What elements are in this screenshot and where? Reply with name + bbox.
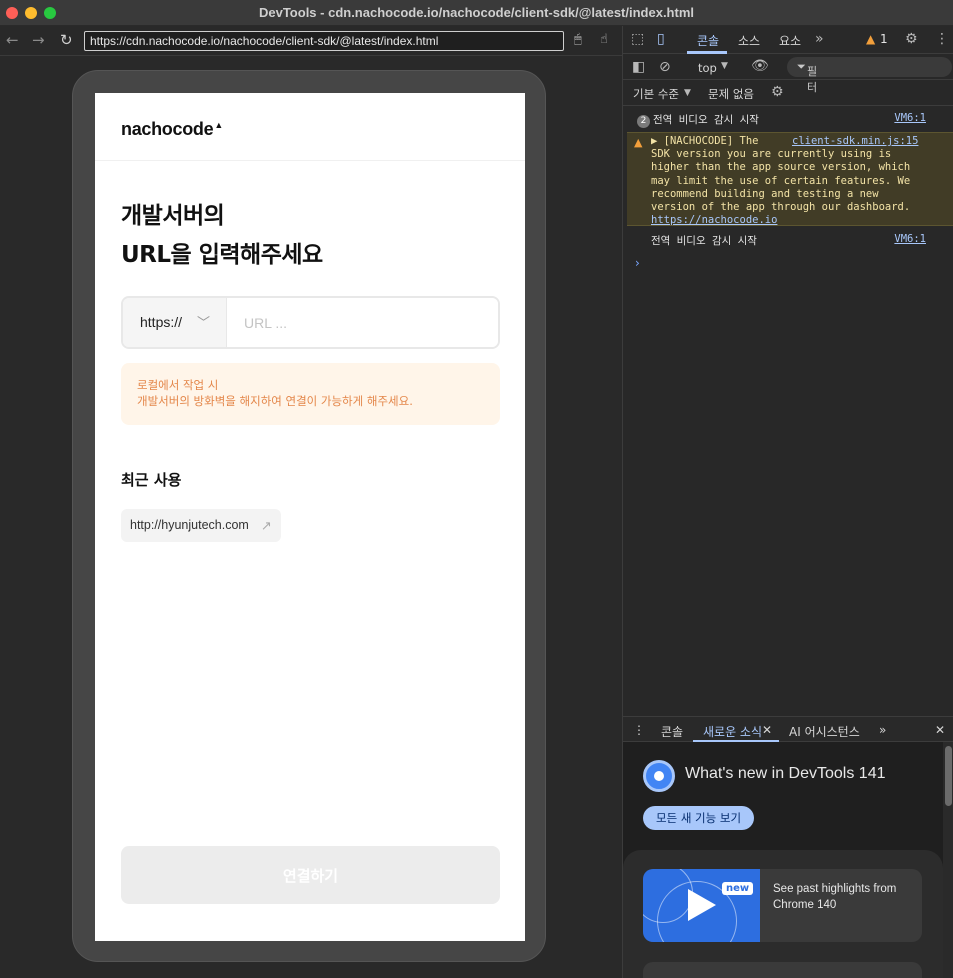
drawer-tab-console[interactable]: 콘솔: [661, 723, 683, 740]
warning-body: SDK version you are currently using is h…: [651, 148, 911, 214]
touch-icon[interactable]: ☝: [600, 32, 608, 47]
dev-server-url-input[interactable]: [228, 298, 498, 347]
context-select[interactable]: top: [698, 61, 717, 75]
new-badge: new: [722, 882, 754, 895]
whats-new-panel: What's new in DevTools 141 모든 새 기능 보기 ne…: [623, 742, 953, 978]
close-tab-icon[interactable]: ✕: [762, 723, 772, 737]
highlight-card[interactable]: [643, 962, 922, 978]
external-link-icon[interactable]: ↗: [261, 509, 272, 542]
connect-button[interactable]: 연결하기: [121, 846, 500, 904]
console-filter-input[interactable]: ⏷ 필터: [787, 57, 952, 94]
console-settings-gear-icon[interactable]: ⚙: [771, 84, 784, 100]
warning-source-link[interactable]: client-sdk.min.js:15: [792, 135, 918, 147]
page-heading: 개발서버의 URL을 입력해주세요: [121, 197, 323, 275]
console-output: 2 전역 비디오 감시 시작 VM6:1 ▲ ▶ [NACHOCODE] The …: [623, 106, 953, 716]
console-toolbar: ◧ ⊘ top ▼ 👁 ⏷ 필터: [623, 55, 953, 94]
warning-triangle-icon: ▲: [634, 136, 643, 149]
mouse-icon[interactable]: 🖱: [574, 32, 582, 47]
whats-new-title: What's new in DevTools 141: [685, 765, 886, 782]
device-screen: nachocode▲ 개발서버의 URL을 입력해주세요 https:// ﹀ …: [95, 93, 525, 941]
highlights-section: new See past highlights from Chrome 140: [623, 850, 943, 978]
highlight-card[interactable]: new See past highlights from Chrome 140: [643, 869, 922, 942]
notice-line-2: 개발서버의 방화벽을 해지하여 연결이 가능하게 해주세요.: [137, 394, 413, 408]
back-arrow-icon[interactable]: ←: [6, 31, 19, 49]
notice-line-1: 로컬에서 작업 시: [137, 378, 219, 392]
log-source-link[interactable]: VM6:1: [894, 112, 926, 124]
devtools-tabbar: ⬚ ▯ 콘솔 소스 요소 » ▲ 1 ⚙ ⋮: [623, 26, 953, 54]
app-header: nachocode▲: [95, 93, 525, 161]
log-level-select[interactable]: 기본 수준: [633, 86, 679, 102]
reload-icon[interactable]: ↻: [60, 31, 73, 49]
play-icon[interactable]: [688, 889, 716, 921]
live-expression-eye-icon[interactable]: 👁: [751, 58, 769, 74]
scrollbar-track: [943, 742, 953, 978]
warning-prefix[interactable]: ▶ [NACHOCODE] The: [651, 135, 758, 147]
logo-text: nachocode: [121, 119, 214, 139]
settings-gear-icon[interactable]: ⚙: [905, 31, 918, 47]
filter-placeholder: ⏷ 필터: [797, 60, 818, 94]
chevron-down-icon: ﹀: [197, 316, 211, 331]
device-toolbar-icon[interactable]: ▯: [657, 31, 665, 47]
drawer-menu-icon[interactable]: ⋮: [633, 723, 645, 737]
see-all-features-button[interactable]: 모든 새 기능 보기: [643, 806, 755, 830]
highlight-video-thumbnail: new: [643, 869, 760, 942]
warning-link[interactable]: https://nachocode.io: [651, 214, 777, 226]
console-prompt-icon[interactable]: ›: [635, 256, 640, 270]
heading-line-1: 개발서버의: [121, 203, 225, 229]
warning-message: ▶ [NACHOCODE] The SDK version you are cu…: [651, 135, 927, 227]
forward-arrow-icon[interactable]: →: [32, 31, 45, 49]
firewall-notice: 로컬에서 작업 시 개발서버의 방화벽을 해지하여 연결이 가능하게 해주세요.: [121, 363, 500, 425]
drawer-tabbar: ⋮ 콘솔 새로운 소식 ✕ AI 어시스턴스 » ✕: [623, 716, 953, 743]
active-tab-indicator: [687, 51, 727, 54]
recent-title: 최근 사용: [121, 471, 182, 489]
tab-console[interactable]: 콘솔: [697, 32, 719, 49]
recent-url-chip[interactable]: http://hyunjutech.com ↗: [121, 509, 281, 542]
devtools-panel: ⬚ ▯ 콘솔 소스 요소 » ▲ 1 ⚙ ⋮ ◧ ⊘ top ▼ 👁 ⏷ 필터 …: [622, 26, 953, 978]
address-input[interactable]: [84, 31, 564, 51]
log-entry: 전역 비디오 감시 시작 VM6:1: [651, 233, 953, 248]
recent-url-text: http://hyunjutech.com: [130, 518, 249, 532]
device-url-bar: ← → ↻ 🖱 ☝: [0, 26, 622, 56]
protocol-value: https://: [140, 314, 183, 330]
scrollbar-thumb[interactable]: [945, 746, 952, 806]
sidebar-toggle-icon[interactable]: ◧: [632, 59, 645, 75]
warning-count[interactable]: 1: [880, 32, 888, 46]
drawer-tab-whats-new[interactable]: 새로운 소식: [703, 723, 762, 740]
log-source-link[interactable]: VM6:1: [894, 233, 926, 245]
drawer-more-tabs-icon[interactable]: »: [879, 723, 886, 737]
context-chevron-icon: ▼: [721, 61, 728, 71]
close-drawer-icon[interactable]: ✕: [935, 723, 945, 737]
clear-console-icon[interactable]: ⊘: [659, 59, 671, 75]
drawer-tab-ai-assistance[interactable]: AI 어시스턴스: [789, 723, 860, 740]
heading-line-2: URL을 입력해주세요: [121, 242, 323, 268]
log-entry: 2 전역 비디오 감시 시작 VM6:1: [637, 112, 953, 128]
more-options-icon[interactable]: ⋮: [935, 31, 949, 47]
chrome-logo-icon: [643, 760, 675, 792]
window-titlebar: DevTools - cdn.nachocode.io/nachocode/cl…: [0, 0, 953, 26]
tab-elements[interactable]: 요소: [779, 32, 801, 49]
protocol-select[interactable]: https:// ﹀: [123, 298, 227, 347]
logo-mark-icon: ▲: [214, 120, 223, 130]
console-level-toolbar: 기본 수준 ▼ 문제 없음 ⚙: [623, 80, 953, 106]
log-text: 전역 비디오 감시 시작: [651, 235, 757, 247]
inspect-element-icon[interactable]: ⬚: [631, 31, 644, 47]
nachocode-logo: nachocode▲: [121, 119, 223, 140]
issues-status[interactable]: 문제 없음: [708, 86, 754, 102]
device-viewport-panel: ← → ↻ 🖱 ☝ nachocode▲ 개발서버의 URL을 입력해주세요 h…: [0, 26, 622, 978]
more-tabs-icon[interactable]: »: [815, 31, 824, 47]
url-input-group: https:// ﹀: [121, 296, 500, 349]
window-title: DevTools - cdn.nachocode.io/nachocode/cl…: [258, 5, 694, 20]
log-text: 전역 비디오 감시 시작: [653, 114, 759, 126]
console-warning-entry: ▲ ▶ [NACHOCODE] The SDK version you are …: [627, 132, 953, 226]
highlight-card-text: See past highlights from Chrome 140: [773, 883, 897, 911]
repeat-count-badge: 2: [637, 115, 650, 128]
warning-icon[interactable]: ▲: [866, 32, 875, 46]
level-chevron-icon: ▼: [684, 88, 691, 98]
device-frame: nachocode▲ 개발서버의 URL을 입력해주세요 https:// ﹀ …: [72, 70, 546, 962]
tab-sources[interactable]: 소스: [738, 32, 760, 49]
